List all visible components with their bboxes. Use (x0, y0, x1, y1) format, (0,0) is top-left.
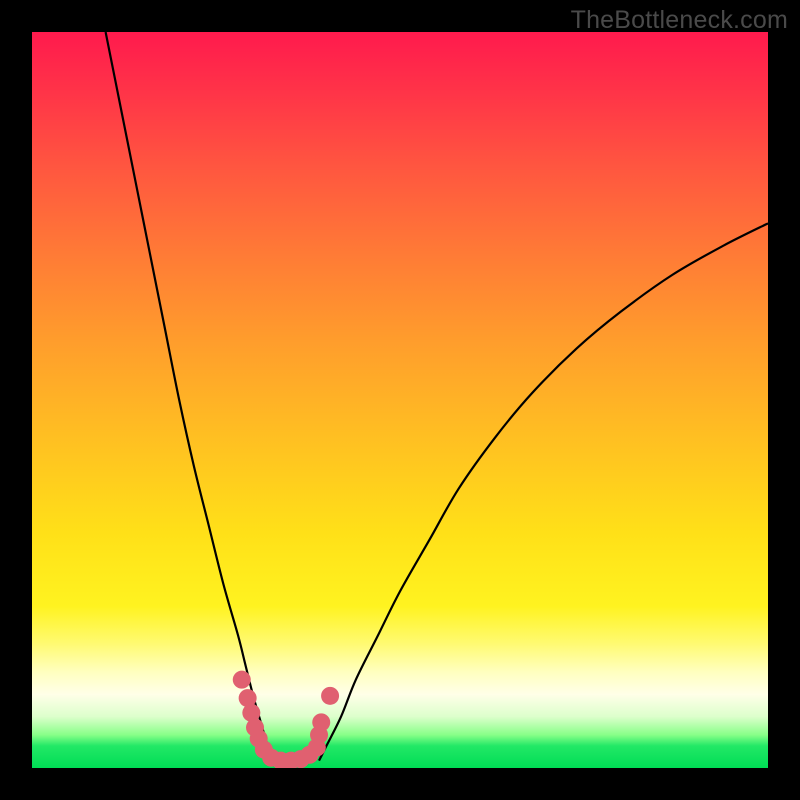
data-marker (233, 671, 251, 689)
marker-cluster (233, 671, 339, 768)
watermark-text: TheBottleneck.com (571, 6, 788, 35)
left-curve (106, 32, 272, 761)
chart-outer-frame: TheBottleneck.com (0, 0, 800, 800)
plot-area (32, 32, 768, 768)
data-marker (321, 687, 339, 705)
data-marker (312, 713, 330, 731)
chart-svg (32, 32, 768, 768)
right-curve (319, 223, 768, 760)
